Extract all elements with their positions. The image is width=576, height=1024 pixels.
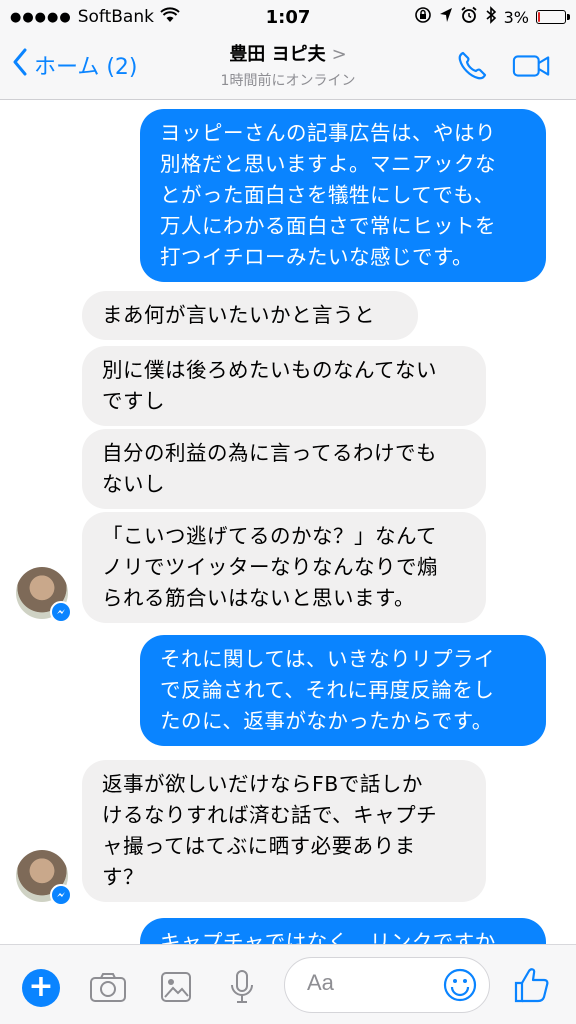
conversation-header: ホーム (2) 豊田 ヨピ夫 > 1時間前にオンライン	[0, 34, 576, 100]
battery-level-fill	[538, 12, 540, 22]
wifi-icon	[160, 6, 180, 28]
battery-icon	[536, 10, 570, 24]
video-icon[interactable]	[512, 48, 552, 84]
avatar[interactable]	[16, 850, 72, 906]
message-bubble-incoming[interactable]: 返事が欲しいだけならFBで話しか けるなりすれば済む話で、キャプチ ャ撮ってはてぶに…	[82, 760, 486, 902]
messenger-badge-icon	[50, 884, 72, 906]
message-line: ヨッピーさんの記事広告は、やはり	[160, 121, 496, 145]
message-line: 返事が欲しいだけならFBで話しか	[102, 772, 423, 796]
composer-bar: +	[0, 944, 576, 1024]
status-left: ●●●●● SoftBank	[10, 6, 210, 28]
message-line: まあ何が言いたいかと言うと	[102, 303, 375, 327]
message-line: ですし	[102, 389, 165, 413]
message-bubble-outgoing[interactable]: ヨッピーさんの記事広告は、やはり 別格だと思いますよ。マニアックな とがった面白さを…	[140, 109, 546, 282]
message-bubble-outgoing[interactable]: キャプチャではなく、リンクですか	[140, 918, 546, 944]
message-line: とがった面白さを犠牲にしてでも、	[160, 183, 495, 207]
message-line: 別格だと思いますよ。マニアックな	[160, 152, 496, 176]
carrier-name: SoftBank	[77, 7, 154, 27]
back-chevron-icon	[12, 48, 28, 82]
status-right: 3%	[414, 6, 570, 28]
signal-strength: ●●●●●	[10, 9, 72, 25]
status-bar: ●●●●● SoftBank 1:07 3%	[0, 0, 576, 34]
message-list[interactable]: ヨッピーさんの記事広告は、やはり 別格だと思いますよ。マニアックな とがった面白さを…	[0, 100, 576, 944]
presence-status: 1時間前にオンライン	[220, 73, 356, 89]
camera-icon[interactable]	[88, 967, 128, 1007]
plus-icon[interactable]: +	[22, 969, 60, 1007]
avatar[interactable]	[16, 567, 72, 623]
message-line: ャ撮ってはてぶに晒す必要ありま	[102, 834, 416, 858]
message-line: ノリでツイッターなりなんなりで煽	[102, 555, 438, 579]
contact-name-row: 豊田 ヨピ夫 >	[150, 40, 426, 66]
message-line: 「こいつ逃げてるのかな？」なんて	[102, 524, 437, 548]
message-line: で反論されて、それに再度反論をし	[160, 678, 495, 702]
message-line: それに関しては、いきなりリプライ	[160, 647, 495, 671]
message-line: られる筋合いはないと思います。	[102, 586, 415, 610]
message-bubble-incoming[interactable]: まあ何が言いたいかと言うと	[82, 291, 418, 340]
contact-info[interactable]: 豊田 ヨピ夫 > 1時間前にオンライン	[150, 40, 426, 90]
message-line: 打つイチローみたいな感じです。	[160, 245, 473, 269]
back-label: ホーム (2)	[34, 55, 138, 80]
location-icon	[439, 7, 453, 27]
back-button[interactable]: ホーム (2)	[12, 48, 138, 82]
lock-rotation-icon	[414, 6, 432, 28]
image-icon[interactable]	[156, 967, 196, 1007]
message-line: 自分の利益の為に言ってるわけでも	[102, 441, 437, 465]
message-line: キャプチャではなく、リンクですか	[160, 930, 496, 944]
message-line: 万人にわかる面白さで常にヒットを	[160, 214, 496, 238]
message-bubble-outgoing[interactable]: それに関しては、いきなりリプライ で反論されて、それに再度反論をし たのに、返事がな…	[140, 635, 546, 746]
messenger-badge-icon	[50, 601, 72, 623]
message-bubble-incoming[interactable]: 別に僕は後ろめたいものなんてない ですし	[82, 346, 486, 426]
message-input[interactable]	[307, 970, 427, 996]
bluetooth-icon	[485, 6, 497, 28]
message-line: たのに、返事がなかったからです。	[160, 709, 493, 733]
message-line: 別に僕は後ろめたいものなんてない	[102, 358, 437, 382]
battery-percent: 3%	[503, 7, 529, 27]
message-input-box[interactable]	[284, 957, 490, 1013]
contact-name: 豊田 ヨピ夫	[229, 44, 326, 65]
message-line: ないし	[102, 472, 165, 496]
alarm-icon	[460, 6, 478, 28]
emoji-icon[interactable]	[443, 968, 477, 1002]
thumbs-up-icon[interactable]	[512, 965, 554, 1007]
phone-icon[interactable]	[452, 48, 492, 84]
message-bubble-incoming[interactable]: 自分の利益の為に言ってるわけでも ないし	[82, 429, 486, 509]
message-bubble-incoming[interactable]: 「こいつ逃げてるのかな？」なんて ノリでツイッターなりなんなりで煽 られる筋合いはな…	[82, 512, 486, 623]
contact-chevron-icon: >	[331, 44, 347, 65]
message-line: す？	[102, 865, 144, 889]
microphone-icon[interactable]	[222, 967, 262, 1007]
message-line: けるなりすれば済む話で、キャプチ	[102, 803, 438, 827]
